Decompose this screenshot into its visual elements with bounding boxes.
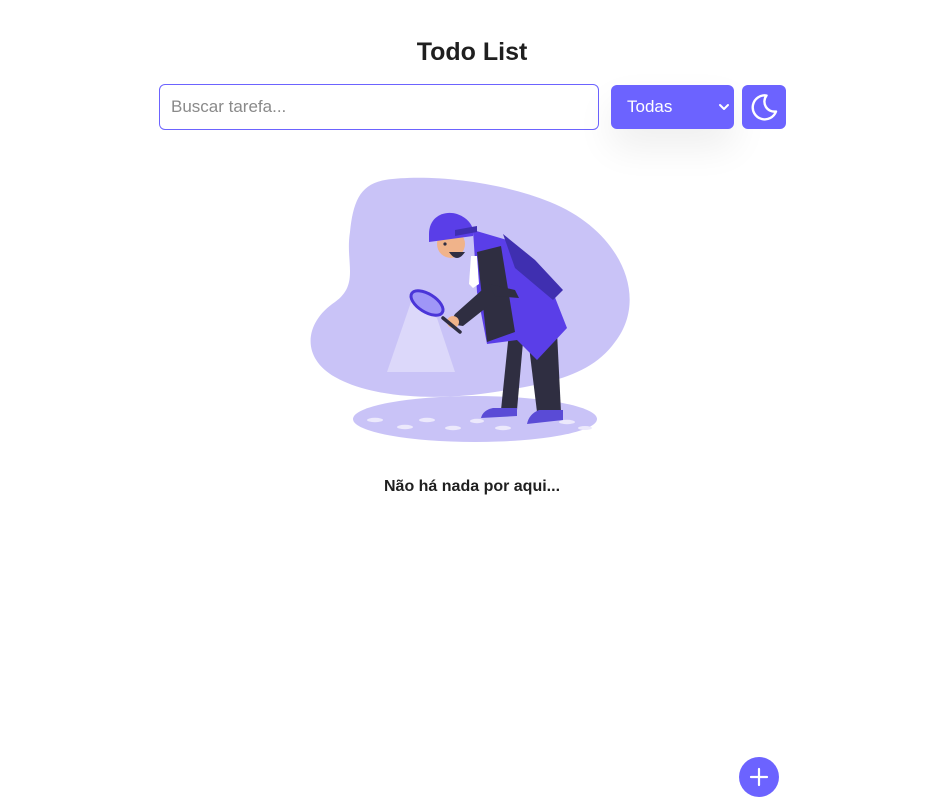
todo-app: Todo List Todas [0, 0, 944, 809]
empty-state-message: Não há nada por aqui... [383, 478, 561, 495]
add-task-button[interactable] [739, 757, 779, 797]
chevron-down-icon [719, 104, 729, 110]
moon-icon [751, 94, 778, 121]
theme-toggle-button[interactable] [742, 85, 786, 129]
search-input[interactable] [159, 84, 599, 130]
filter-select[interactable]: Todas [611, 85, 734, 129]
filter-select-value: Todas [627, 97, 673, 116]
plus-icon [749, 767, 769, 787]
page-title: Todo List [416, 38, 528, 66]
toolbar: Todas [159, 84, 786, 130]
detective-illustration [310, 177, 630, 442]
